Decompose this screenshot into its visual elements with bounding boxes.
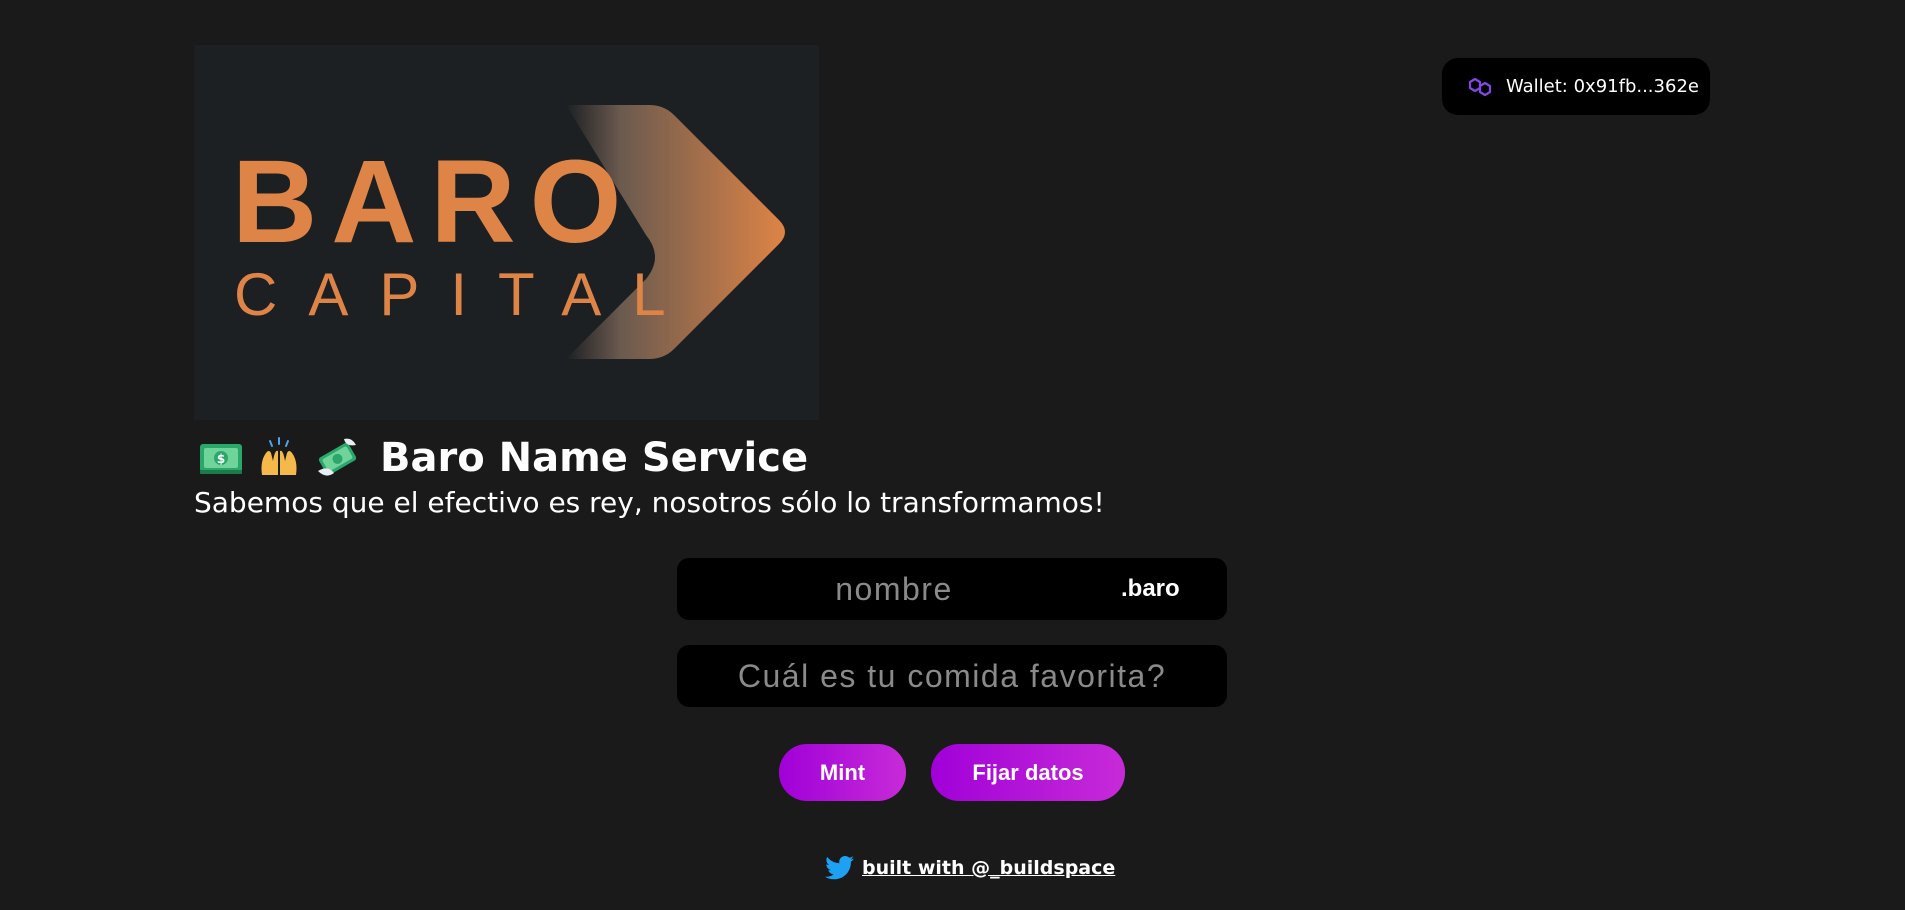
title-row: $ Baro Name Service bbox=[198, 430, 808, 486]
footer: built with @_buildspace bbox=[825, 852, 1115, 884]
buildspace-link[interactable]: built with @_buildspace bbox=[862, 857, 1115, 879]
page-subtitle: Sabemos que el efectivo es rey, nosotros… bbox=[194, 486, 1105, 519]
money-with-wings-emoji bbox=[314, 435, 360, 481]
domain-input[interactable] bbox=[677, 569, 1111, 609]
logo-baro-text: BARO bbox=[232, 136, 635, 268]
svg-text:$: $ bbox=[217, 452, 225, 466]
wallet-address: Wallet: 0x91fb...362e bbox=[1506, 76, 1699, 97]
logo-graphic: BARO CAPITAL bbox=[232, 105, 785, 359]
mint-button[interactable]: Mint bbox=[779, 744, 906, 801]
tld-label: .baro bbox=[1121, 575, 1180, 602]
baro-capital-logo: BARO CAPITAL bbox=[194, 45, 819, 420]
raising-hands-emoji bbox=[256, 435, 302, 481]
money-bill-emoji: $ bbox=[198, 435, 244, 481]
set-data-button[interactable]: Fijar datos bbox=[931, 744, 1125, 801]
wallet-button[interactable]: Wallet: 0x91fb...362e bbox=[1442, 58, 1710, 115]
logo-capital-text: CAPITAL bbox=[234, 261, 697, 328]
record-field bbox=[677, 645, 1227, 707]
page: BARO CAPITAL Wallet: 0x91fb...362e $ Bar… bbox=[0, 0, 1905, 910]
record-input[interactable] bbox=[677, 656, 1227, 696]
twitter-icon bbox=[825, 855, 855, 881]
domain-field: .baro bbox=[677, 558, 1227, 620]
page-title: Baro Name Service bbox=[380, 435, 809, 481]
polygon-icon bbox=[1466, 73, 1494, 101]
